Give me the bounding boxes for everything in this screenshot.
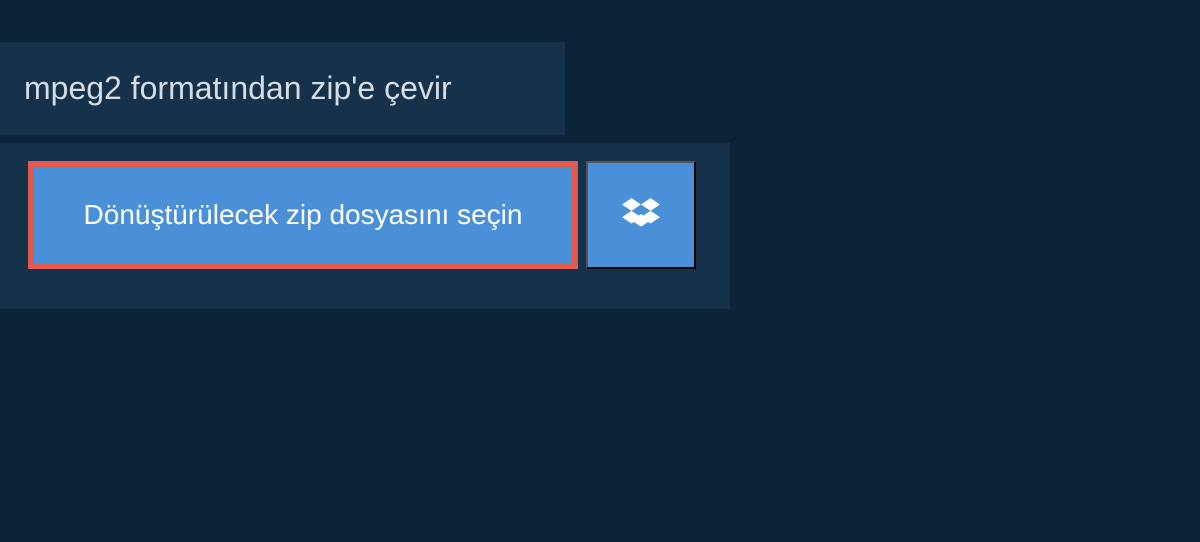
button-row: Dönüştürülecek zip dosyasını seçin [28,161,702,269]
page-title: mpeg2 formatından zip'e çevir [24,70,541,107]
select-file-button-label: Dönüştürülecek zip dosyasını seçin [84,199,523,231]
select-file-button[interactable]: Dönüştürülecek zip dosyasını seçin [28,161,578,269]
header-bar: mpeg2 formatından zip'e çevir [0,42,565,135]
dropbox-icon [622,195,660,236]
content-panel: Dönüştürülecek zip dosyasını seçin [0,143,730,309]
dropbox-button[interactable] [586,161,696,269]
